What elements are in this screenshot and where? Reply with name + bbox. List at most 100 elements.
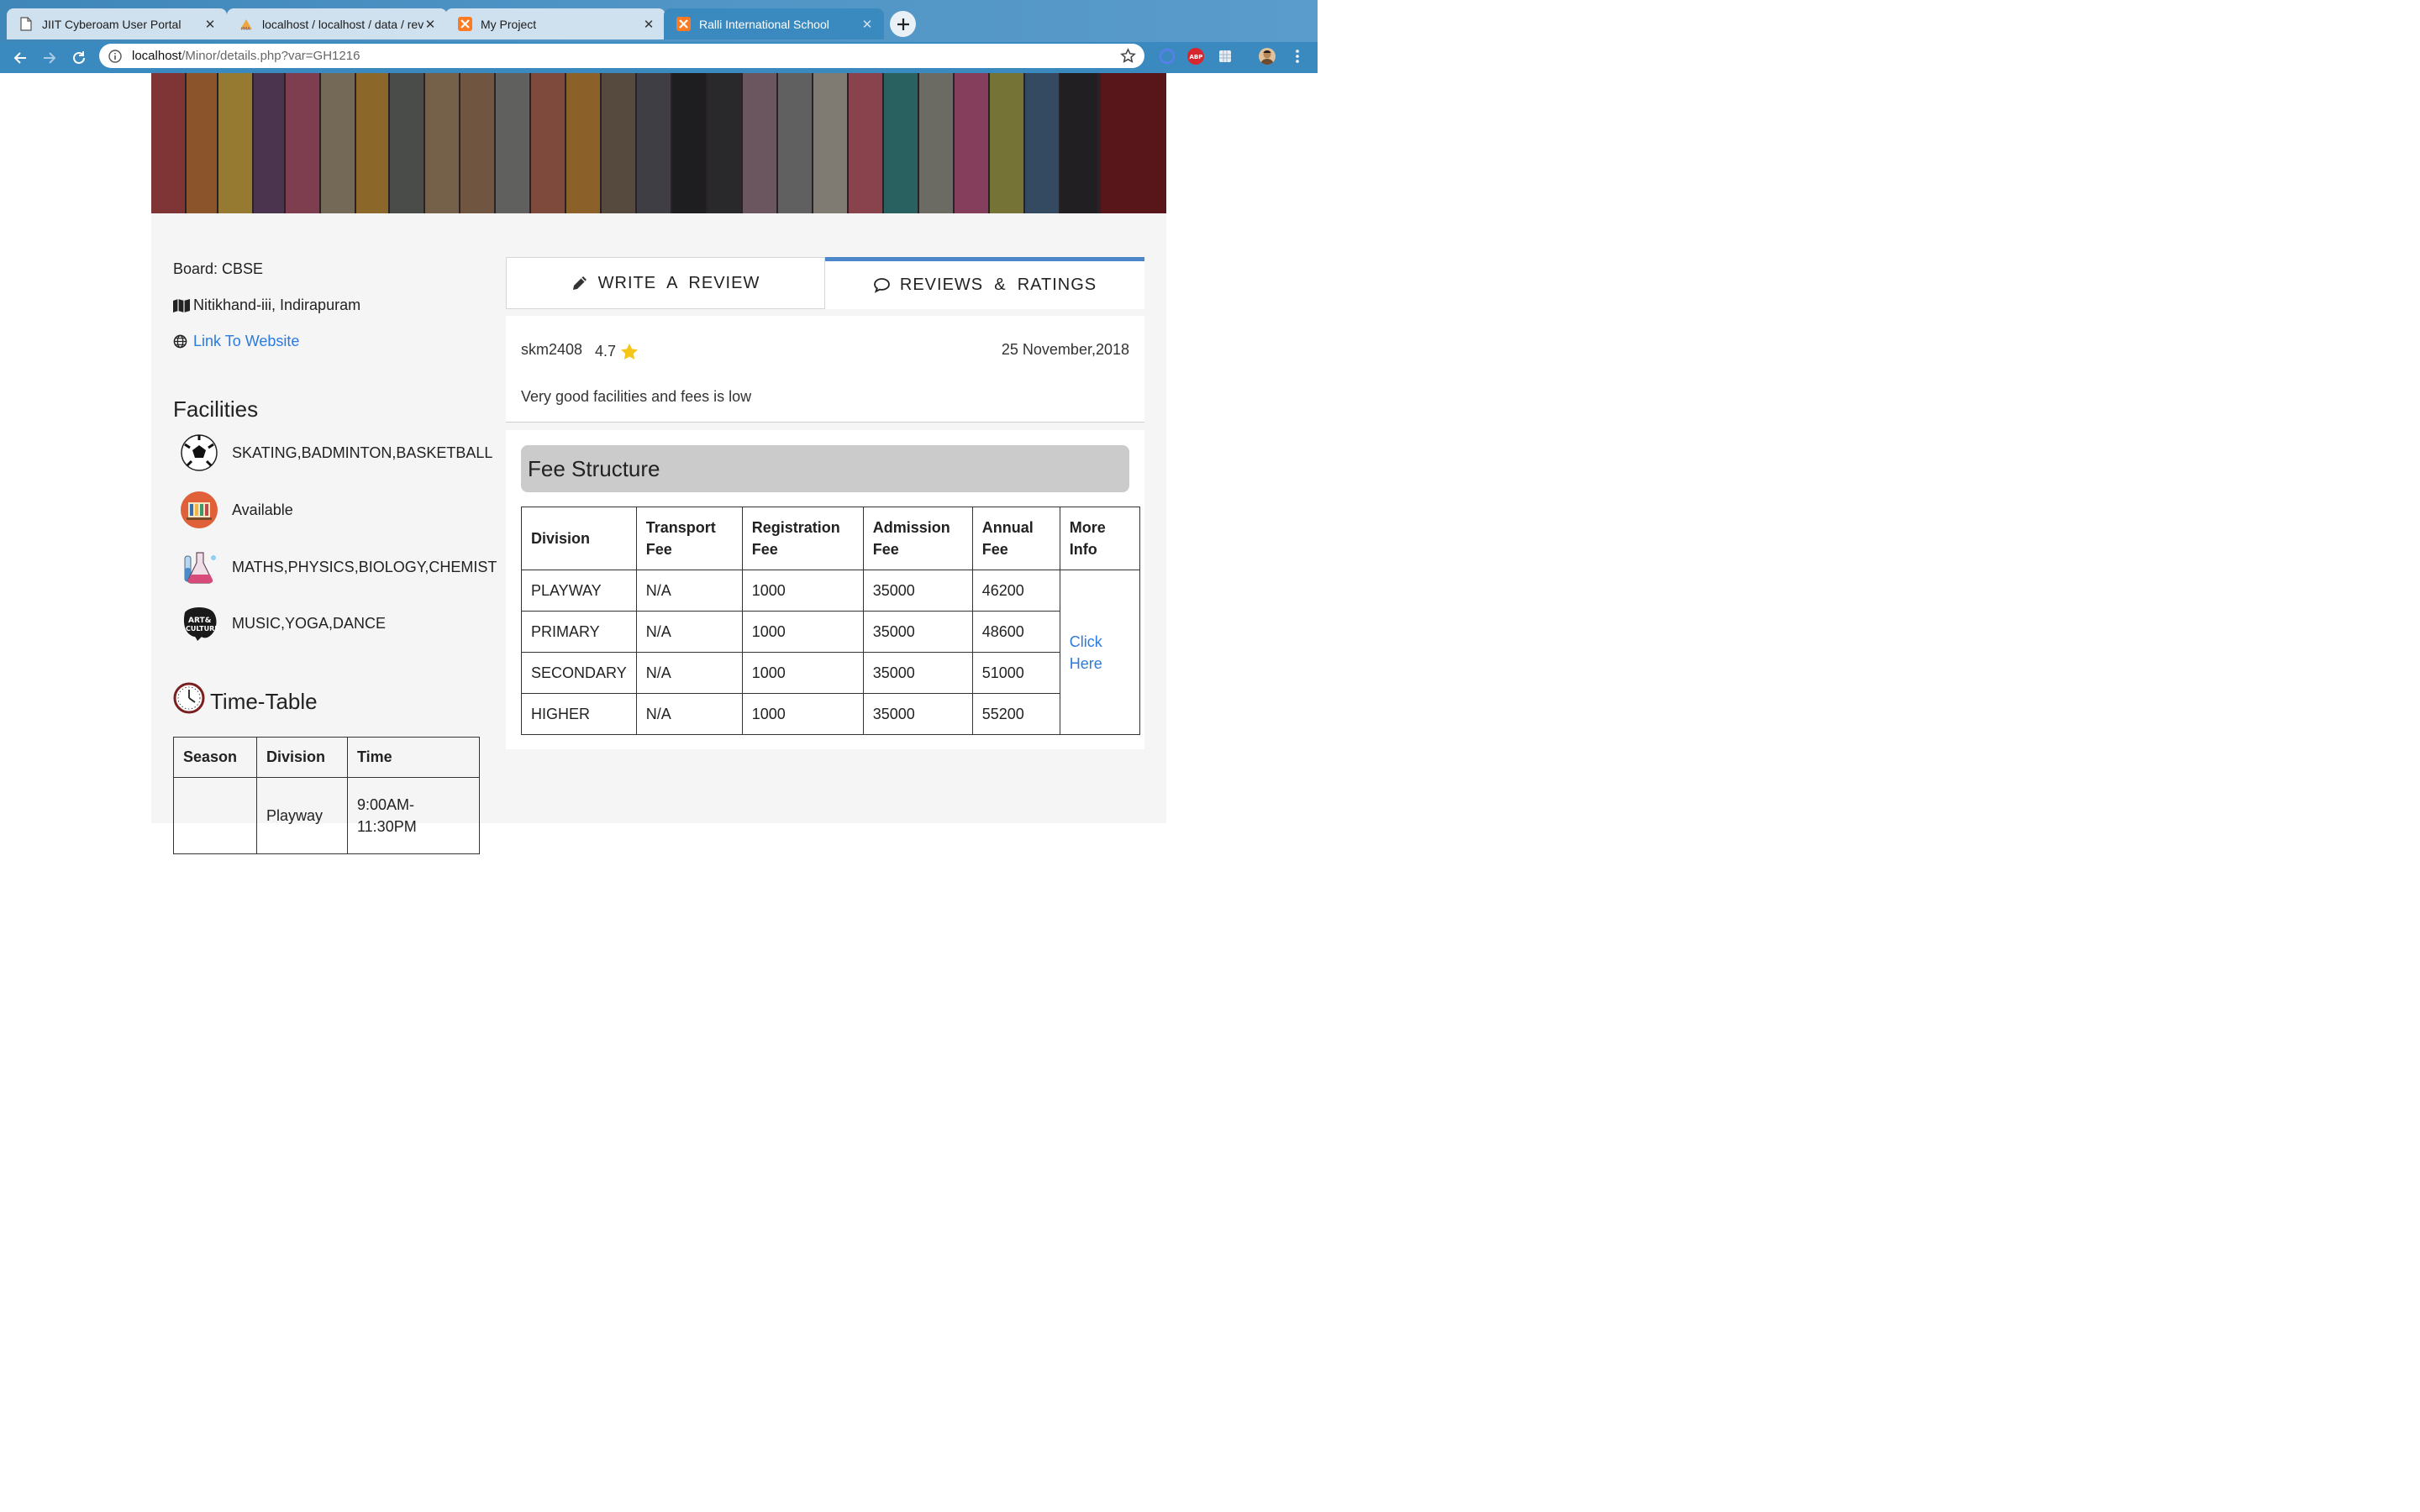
tab-reviews-ratings[interactable]: REVIEWS & RATINGS: [825, 257, 1144, 309]
tab-write-review[interactable]: WRITE A REVIEW: [506, 257, 825, 309]
table-cell: 35000: [862, 611, 973, 653]
board-text: Board: CBSE: [173, 260, 264, 277]
url-text[interactable]: localhost/Minor/details.php?var=GH1216: [132, 49, 360, 63]
address-text: Nitikhand-iii, Indirapuram: [193, 297, 361, 313]
tab-label: REVIEWS & RATINGS: [899, 276, 1097, 294]
table-row: Playway 9:00AM-11:30PM: [173, 777, 480, 854]
table-cell: 46200: [971, 570, 1060, 612]
website-link[interactable]: Link To Website: [193, 333, 299, 350]
xampp-icon: [457, 17, 472, 32]
menu-kebab-icon[interactable]: [1289, 48, 1306, 65]
browser-tab-strip: JIIT Cyberoam User Portal ✕ PMA localhos…: [0, 0, 1318, 42]
close-icon[interactable]: ✕: [424, 18, 437, 32]
review-text: Very good facilities and fees is low: [521, 388, 752, 405]
table-cell: N/A: [635, 652, 743, 694]
bookmark-star-icon[interactable]: [1120, 48, 1136, 64]
svg-text:PMA: PMA: [241, 27, 250, 31]
more-info-cell: Click Here: [1059, 570, 1140, 735]
table-header: Admission Fee: [862, 507, 973, 570]
school-banner-image: [151, 73, 1166, 213]
arrow-left-icon: [13, 52, 26, 64]
tab-title: localhost / localhost / data / rev: [262, 17, 424, 31]
facility-sports: SKATING,BADMINTON,BASKETBALL: [180, 433, 492, 472]
table-header-row: Season Division Time: [173, 737, 480, 778]
extension-sync-icon[interactable]: [1159, 48, 1176, 65]
timetable-heading-row: Time-Table: [173, 682, 318, 714]
website-line: Link To Website: [173, 333, 299, 350]
svg-text:ABP: ABP: [1190, 54, 1203, 60]
pencil-icon: [571, 274, 590, 292]
browser-tab-phpmyadmin[interactable]: PMA localhost / localhost / data / rev ✕: [227, 8, 447, 39]
address-line: Nitikhand-iii, Indirapuram: [173, 297, 360, 314]
adblock-icon[interactable]: ABP: [1187, 48, 1204, 65]
svg-text:CULTURE: CULTURE: [186, 625, 218, 633]
facility-library: Available: [180, 491, 293, 529]
table-cell: 55200: [971, 693, 1060, 735]
reload-icon: [73, 51, 85, 64]
fee-structure-heading: Fee Structure: [521, 445, 1129, 492]
table-row: HIGHER N/A 1000 35000 55200: [521, 693, 1140, 735]
tab-title: JIIT Cyberoam User Portal: [42, 17, 182, 31]
plus-icon: [897, 18, 909, 30]
tab-label: WRITE A REVIEW: [597, 273, 760, 292]
facility-text: Available: [232, 501, 293, 518]
table-cell: 48600: [971, 611, 1060, 653]
table-cell: 1000: [741, 611, 864, 653]
table-header: Time: [347, 737, 480, 778]
map-icon: [173, 298, 190, 313]
table-row: SECONDARY N/A 1000 35000 51000: [521, 652, 1140, 694]
click-here-link[interactable]: Click Here: [1070, 633, 1102, 672]
review-date: 25 November,2018: [1001, 341, 1129, 358]
facility-activities: ART& CULTURE MUSIC,YOGA,DANCE: [180, 604, 386, 643]
back-button[interactable]: [9, 47, 31, 69]
table-cell: 35000: [862, 570, 973, 612]
facility-text: MATHS,PHYSICS,BIOLOGY,CHEMIST: [232, 558, 497, 575]
table-cell: 1000: [741, 570, 864, 612]
browser-tab-my-project[interactable]: My Project ✕: [445, 8, 666, 39]
table-header: More Info: [1059, 507, 1140, 570]
close-icon[interactable]: ✕: [860, 18, 874, 32]
info-icon[interactable]: [108, 49, 122, 63]
fee-structure-card: Fee Structure Division Transport Fee Reg…: [506, 430, 1144, 749]
table-cell: N/A: [635, 611, 743, 653]
close-icon[interactable]: ✕: [642, 18, 655, 32]
forward-button[interactable]: [39, 47, 60, 69]
tab-title: My Project: [481, 17, 537, 31]
table-cell: PRIMARY: [521, 611, 637, 653]
football-icon: [181, 434, 218, 471]
review-tabs: WRITE A REVIEW REVIEWS & RATINGS: [506, 257, 1144, 309]
fee-table: Division Transport Fee Registration Fee …: [521, 507, 1140, 735]
table-row: PLAYWAY N/A 1000 35000 46200 Click Here: [521, 570, 1140, 735]
document-icon: [18, 17, 34, 32]
extension-grid-icon[interactable]: [1217, 48, 1234, 65]
close-icon[interactable]: ✕: [203, 18, 217, 32]
table-cell: HIGHER: [521, 693, 637, 735]
browser-tab-cyberoam[interactable]: JIIT Cyberoam User Portal ✕: [7, 8, 227, 39]
table-cell: 35000: [862, 693, 973, 735]
browser-tab-ralli-school[interactable]: Ralli International School ✕: [664, 8, 884, 39]
new-tab-button[interactable]: [890, 11, 916, 37]
globe-icon: [173, 334, 190, 349]
reload-button[interactable]: [68, 47, 90, 69]
star-icon: [621, 344, 639, 360]
table-header-row: Division Transport Fee Registration Fee …: [521, 507, 1140, 570]
table-cell: PLAYWAY: [521, 570, 637, 612]
table-cell: N/A: [635, 693, 743, 735]
table-header: Division: [256, 737, 348, 778]
timetable-heading: Time-Table: [210, 689, 318, 714]
library-icon: [181, 491, 218, 528]
review-card: skm2408 4.7 25 November,2018 Very good f…: [506, 316, 1144, 423]
address-bar[interactable]: localhost/Minor/details.php?var=GH1216: [99, 44, 1144, 68]
rating-value: 4.7: [595, 343, 617, 360]
comment-icon: [873, 276, 892, 295]
table-cell: 9:00AM-11:30PM: [347, 777, 480, 854]
tab-title: Ralli International School: [699, 17, 829, 31]
table-cell: 1000: [741, 693, 864, 735]
svg-text:ART&: ART&: [188, 617, 212, 625]
facility-text: MUSIC,YOGA,DANCE: [232, 614, 387, 632]
review-rating: 4.7: [595, 343, 639, 360]
avatar[interactable]: [1259, 48, 1276, 65]
table-row: PRIMARY N/A 1000 35000 48600: [521, 611, 1140, 653]
review-username: skm2408: [521, 341, 583, 358]
table-cell: 35000: [862, 652, 973, 694]
